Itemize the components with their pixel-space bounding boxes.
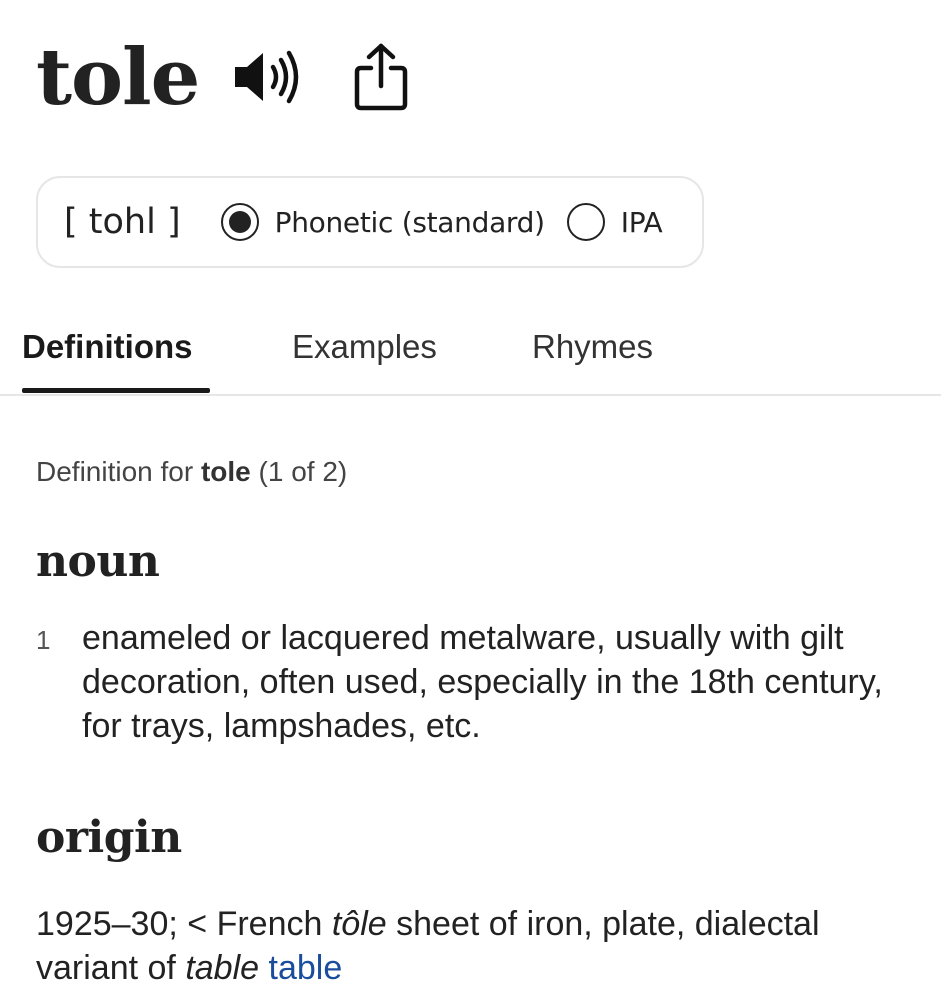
speaker-icon[interactable]: [233, 49, 301, 105]
definition-header-count: (1 of 2): [258, 456, 348, 487]
origin-language: French: [216, 905, 323, 943]
tab-examples[interactable]: Examples: [292, 328, 437, 384]
origin-heading: origin: [36, 812, 182, 863]
pronunciation-text: [ tohl ]: [64, 202, 181, 242]
definition-header: Definition for tole (1 of 2): [36, 456, 347, 488]
origin-date: 1925–30;: [36, 905, 178, 943]
origin-text: 1925–30; < French tôle sheet of iron, pl…: [36, 902, 916, 990]
definition-header-prefix: Definition for: [36, 456, 194, 487]
entry-header: tole: [36, 22, 409, 132]
definition-header-word: tole: [200, 456, 251, 487]
dictionary-entry-page: tole [ tohl ] Phonetic (standard) IPA De…: [0, 0, 941, 1000]
share-icon[interactable]: [353, 42, 409, 112]
origin-link-table[interactable]: table: [269, 949, 343, 987]
ipa-label: IPA: [620, 205, 663, 239]
definition-number: 1: [36, 625, 51, 655]
phonetic-radio-option[interactable]: Phonetic (standard): [220, 203, 545, 241]
phonetic-label: Phonetic (standard): [274, 205, 545, 239]
phonetic-radio[interactable]: [220, 203, 259, 241]
origin-variant: table: [185, 949, 260, 987]
definition-item: 1 enameled or lacquered metalware, usual…: [36, 616, 916, 748]
noun-heading: noun: [36, 536, 160, 587]
section-tabs: Definitions Examples Rhymes: [0, 316, 941, 396]
active-tab-indicator: [22, 388, 210, 393]
definition-text: enameled or lacquered metalware, usually…: [82, 619, 883, 745]
origin-etymon: tôle: [331, 905, 387, 943]
origin-lt: <: [187, 905, 208, 943]
pronunciation-box: [ tohl ] Phonetic (standard) IPA: [36, 176, 704, 268]
ipa-radio-option[interactable]: IPA: [566, 203, 663, 241]
ipa-radio[interactable]: [566, 203, 605, 241]
headword: tole: [36, 31, 200, 123]
tab-rhymes[interactable]: Rhymes: [532, 328, 653, 384]
tab-definitions[interactable]: Definitions: [22, 328, 193, 384]
